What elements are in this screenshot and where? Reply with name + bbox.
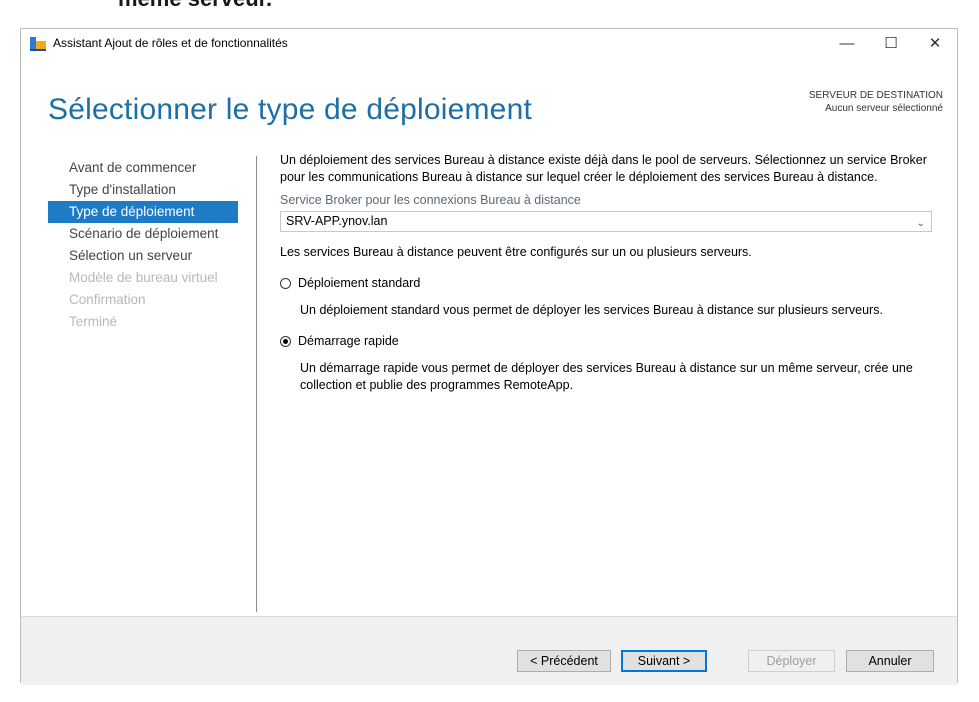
minimize-button[interactable]: — [825,29,869,57]
nav-divider [256,156,257,612]
broker-label: Service Broker pour les connexions Burea… [280,193,581,207]
close-button[interactable]: ✕ [913,29,957,57]
radio-standard-deployment[interactable]: Déploiement standard [280,275,940,292]
wizard-window: Assistant Ajout de rôles et de fonctionn… [20,28,958,685]
nav-item-type-installation[interactable]: Type d'installation [48,179,238,201]
window-title: Assistant Ajout de rôles et de fonctionn… [53,36,288,50]
page-title: Sélectionner le type de déploiement [48,93,532,126]
nav-item-selection-serveur[interactable]: Sélection un serveur [48,245,238,267]
radio-quick-icon[interactable] [280,336,291,347]
server-manager-icon [29,35,47,51]
standard-description: Un déploiement standard vous permet de d… [300,303,883,317]
broker-select-value: SRV-APP.ynov.lan [286,214,388,228]
previous-button[interactable]: < Précédent [517,650,611,672]
radio-standard-icon[interactable] [280,278,291,289]
quick-description: Un démarrage rapide vous permet de déplo… [300,361,913,392]
next-button[interactable]: Suivant > [621,650,707,672]
destination-server-info: SERVEUR DE DESTINATION Aucun serveur sél… [809,89,943,115]
background-window-strip: même serveur. [0,0,979,28]
radio-quick-label: Démarrage rapide [298,334,399,348]
destination-label: SERVEUR DE DESTINATION [808,90,943,101]
window-controls: — ☐ ✕ [825,29,957,57]
radio-quick-start[interactable]: Démarrage rapide [280,333,940,350]
deploy-button: Déployer [748,650,835,672]
destination-value: Aucun serveur sélectionné [825,103,943,114]
nav-item-avant-de-commencer[interactable]: Avant de commencer [48,157,238,179]
background-text: même serveur. [118,0,272,12]
footer-bar: < Précédent Suivant > Déployer Annuler [21,616,957,685]
nav-item-scenario-deploiement[interactable]: Scénario de déploiement [48,223,238,245]
chevron-down-icon: ⌄ [916,218,925,229]
config-text: Les services Bureau à distance peuvent ê… [280,245,752,259]
broker-select[interactable]: SRV-APP.ynov.lan ⌄ [280,211,932,232]
title-bar[interactable]: Assistant Ajout de rôles et de fonctionn… [21,29,957,57]
nav-item-modele-bureau-virtuel: Modèle de bureau virtuel [69,270,218,285]
wizard-nav: Avant de commencer Type d'installation T… [48,157,238,333]
main-content: Un déploiement des services Bureau à dis… [280,152,940,394]
cancel-button[interactable]: Annuler [846,650,934,672]
maximize-button[interactable]: ☐ [869,29,913,57]
nav-item-type-deploiement[interactable]: Type de déploiement [48,201,238,223]
nav-item-termine: Terminé [69,314,118,329]
nav-item-confirmation: Confirmation [69,292,146,307]
intro-text: Un déploiement des services Bureau à dis… [280,153,927,184]
radio-standard-label: Déploiement standard [298,276,421,290]
